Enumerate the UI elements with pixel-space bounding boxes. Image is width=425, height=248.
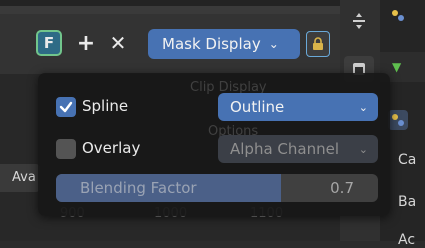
dots-icon [392,114,404,126]
lock-icon [313,37,323,50]
overlay-label[interactable]: Overlay [82,139,140,157]
panel-label: Ac [398,232,416,248]
blending-factor-value: 0.7 [330,179,354,197]
mask-display-button[interactable]: Mask Display ⌄ [148,29,300,59]
new-clip-plus-icon[interactable]: + [74,30,98,56]
transform-icon [353,13,365,29]
fake-user-label: F [43,34,55,52]
overlay-mode-dropdown[interactable]: Alpha Channel ⌄ [218,135,378,163]
spline-display-value: Outline [230,98,285,116]
chevron-down-icon: ⌄ [358,142,368,156]
top-strip-edge [0,0,340,6]
checkmark-icon [59,101,73,113]
panel-label: Ba [398,194,417,210]
mask-display-label: Mask Display [162,35,261,53]
overlay-mode-value: Alpha Channel [230,140,339,158]
dots-icon [392,10,404,21]
unlink-close-icon[interactable]: ✕ [106,30,130,56]
expand-triangle-icon[interactable]: ▼ [392,60,401,74]
blending-factor-slider[interactable]: Blending Factor 0.7 [56,174,378,202]
spline-label[interactable]: Spline [82,97,128,115]
spline-checkbox[interactable] [56,97,76,117]
pin-icon[interactable] [306,31,330,57]
clip-data-icon[interactable] [388,110,408,130]
overlay-checkbox[interactable] [56,139,76,159]
blending-factor-label: Blending Factor [80,179,197,197]
partial-tab-label: Ava [0,164,40,192]
spline-display-dropdown[interactable]: Outline ⌄ [218,93,378,121]
move-tool-icon[interactable] [348,10,370,32]
fake-user-shield-icon[interactable]: F [36,30,62,56]
chevron-down-icon: ⌄ [358,100,368,114]
overlay-icon[interactable] [388,6,408,26]
chevron-down-icon: ⌄ [268,37,279,51]
panel-label: Ca [398,152,417,168]
